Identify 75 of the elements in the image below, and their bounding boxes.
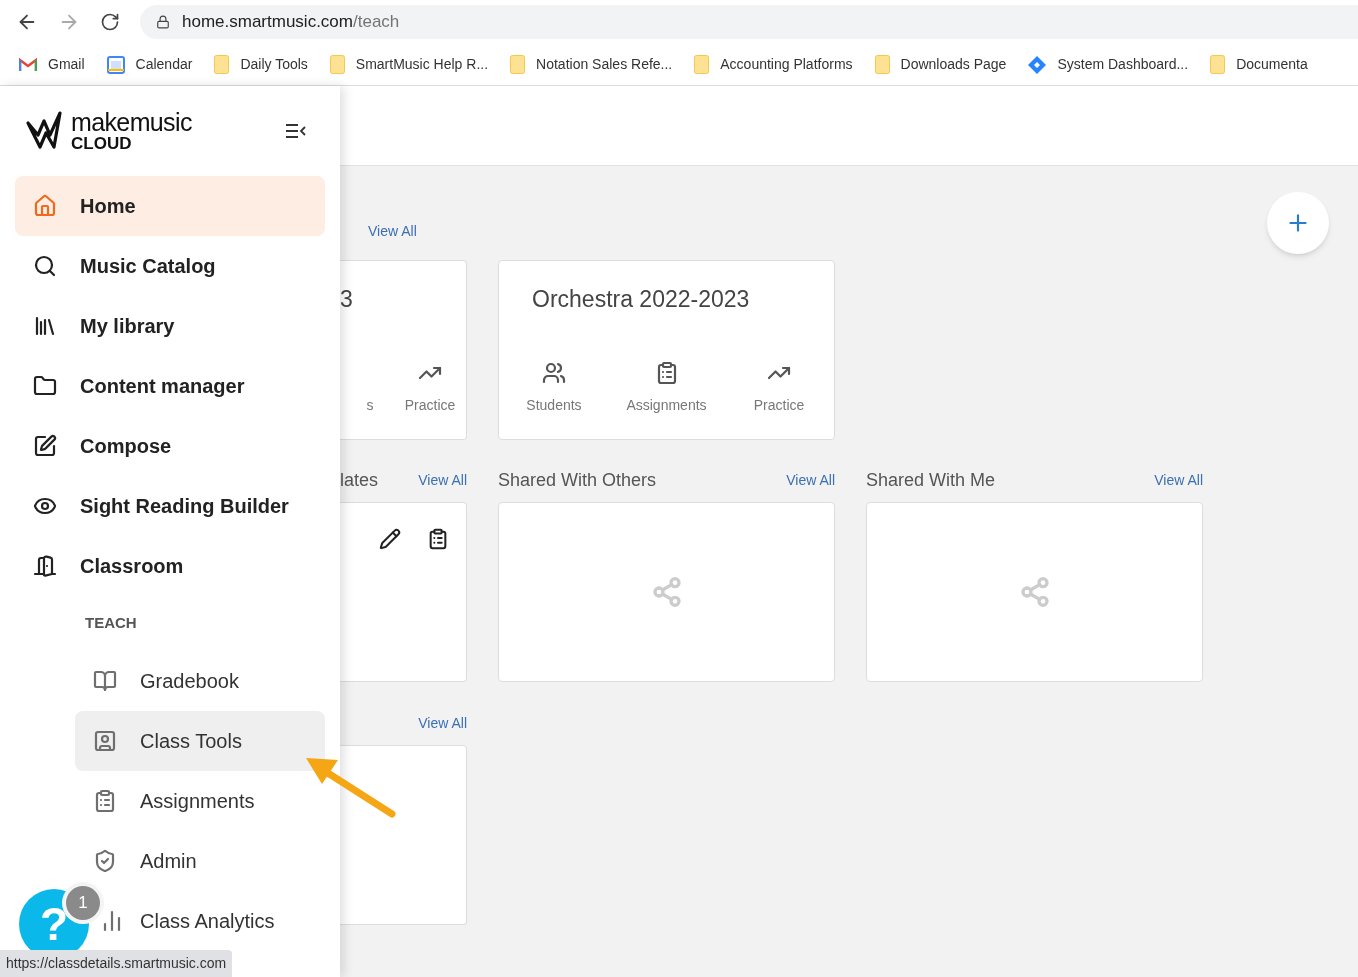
section-heading: TEACH <box>85 613 137 634</box>
bookmark[interactable]: Downloads Page <box>874 54 1007 75</box>
logo-mark <box>25 111 63 151</box>
pencil-icon <box>379 528 401 550</box>
sidebar-item[interactable]: Class Analytics <box>100 891 325 951</box>
view-all-link[interactable]: View All <box>418 469 467 491</box>
view-all-link[interactable]: View All <box>1154 469 1203 491</box>
section-title: Shared With Others <box>498 468 657 492</box>
folder-icon <box>874 55 890 74</box>
add-button[interactable] <box>1267 192 1329 254</box>
bookmark[interactable]: Documenta <box>1210 54 1308 75</box>
bookmark[interactable]: Calendar <box>106 54 193 75</box>
status-url-tooltip: https://classdetails.smartmusic.com <box>0 950 233 977</box>
class-card[interactable]: 3 s Practice <box>340 260 467 440</box>
sidebar-item[interactable]: Class Tools <box>75 711 325 771</box>
pen-square-icon <box>33 434 57 458</box>
view-all-link[interactable]: View All <box>786 469 835 491</box>
sidebar-item[interactable]: Music Catalog <box>15 236 325 296</box>
url-text: home.smartmusic.com/teach <box>182 11 400 34</box>
logo-subtext: CLOUD <box>71 135 133 152</box>
folder-icon <box>33 374 57 398</box>
bookmark[interactable]: System Dashboard... <box>1028 54 1189 75</box>
sidebar-item[interactable]: My library <box>15 296 325 356</box>
sidebar-item[interactable]: Home <box>15 176 325 236</box>
diamond-icon <box>1028 55 1047 74</box>
id-badge-icon <box>93 729 117 753</box>
calendar-icon <box>106 55 125 74</box>
card-action-label[interactable]: Assignments <box>626 395 707 416</box>
share-icon <box>1018 576 1051 608</box>
card-action-label[interactable]: Students <box>526 395 582 416</box>
card-action-label[interactable]: Practice <box>404 395 456 416</box>
section-title: lates <box>340 468 379 492</box>
class-card[interactable]: Orchestra 2022-2023 Students Assignments Practice <box>498 260 835 440</box>
share-icon <box>650 576 683 608</box>
sidebar-item[interactable]: Classroom <box>15 536 325 596</box>
folder-icon <box>329 55 345 74</box>
library-icon <box>33 314 57 338</box>
shared-card[interactable] <box>866 502 1203 682</box>
home-icon <box>33 194 57 218</box>
sidebar-item[interactable]: Gradebook <box>75 651 325 711</box>
class-title: Orchestra 2022-2023 <box>531 285 751 314</box>
bookmark[interactable]: Daily Tools <box>214 54 308 75</box>
search-icon <box>33 254 57 278</box>
bookmark[interactable]: SmartMusic Help R... <box>329 54 489 75</box>
template-card[interactable] <box>340 502 467 682</box>
mail-icon <box>19 57 37 72</box>
door-icon <box>33 554 57 578</box>
clipboard-icon <box>427 528 449 550</box>
shield-icon <box>93 849 117 873</box>
address-bar[interactable]: home.smartmusic.com/teach <box>140 5 1358 39</box>
collapse-menu-icon[interactable] <box>286 124 306 138</box>
shared-card[interactable] <box>498 502 835 682</box>
sidebar-item[interactable]: Assignments <box>75 771 325 831</box>
clipboard-icon <box>93 789 117 813</box>
reload-icon[interactable] <box>100 12 120 32</box>
folder-icon <box>214 55 230 74</box>
card-action-label[interactable]: Practice <box>753 395 805 416</box>
book-icon <box>93 669 117 693</box>
lock-icon <box>156 15 170 29</box>
bookmark[interactable]: Notation Sales Refe... <box>510 54 673 75</box>
view-all-link[interactable]: View All <box>368 220 417 242</box>
class-title: 3 <box>340 285 353 314</box>
sidebar-item[interactable]: Sight Reading Builder <box>15 476 325 536</box>
people-icon <box>542 361 566 385</box>
folder-icon <box>694 55 710 74</box>
logo-text: makemusic <box>71 110 192 135</box>
sidebar-item[interactable]: Content manager <box>15 356 325 416</box>
bookmark[interactable]: Accounting Platforms <box>694 54 853 75</box>
section-title: Shared With Me <box>866 468 996 492</box>
card-action-label[interactable]: s <box>366 395 374 416</box>
sidebar-item[interactable]: Compose <box>15 416 325 476</box>
view-all-link[interactable]: View All <box>418 712 467 734</box>
folder-icon <box>510 55 526 74</box>
folder-icon <box>1210 55 1226 74</box>
bookmark[interactable]: Gmail <box>19 54 85 75</box>
